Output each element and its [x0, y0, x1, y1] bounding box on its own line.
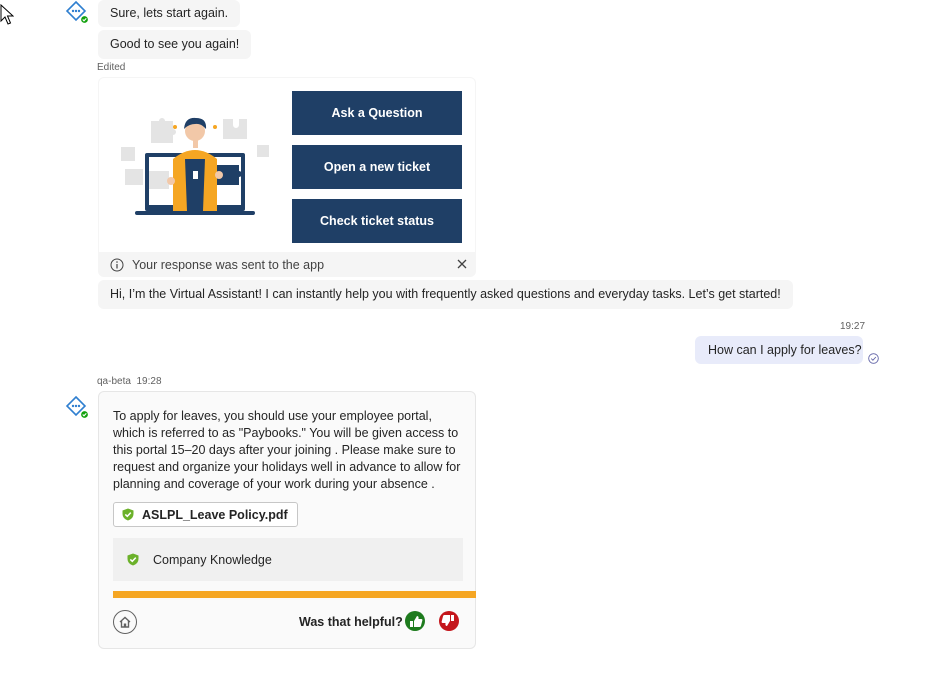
attachment-chip[interactable]: ASLPL_Leave Policy.pdf — [113, 502, 298, 527]
user-message-time: 19:27 — [840, 321, 866, 332]
assistant-illustration — [111, 109, 281, 217]
attachment-name: ASLPL_Leave Policy.pdf — [142, 507, 288, 522]
message-bubble: Good to see you again! — [98, 30, 252, 59]
home-icon — [119, 616, 131, 628]
user-message: How can I apply for leaves? — [695, 336, 863, 364]
choice-card: Ask a Question Open a new ticket Check t… — [98, 77, 476, 277]
answer-text: To apply for leaves, you should use your… — [113, 409, 461, 491]
bot-avatar — [65, 0, 90, 25]
home-button[interactable] — [113, 610, 137, 634]
shield-check-icon — [127, 553, 139, 566]
reply-time: 19:28 — [136, 376, 162, 387]
close-icon[interactable] — [456, 258, 468, 270]
message-bubble: Sure, lets start again. — [98, 0, 241, 27]
open-ticket-button[interactable]: Open a new ticket — [292, 145, 462, 189]
accent-bar — [113, 591, 476, 598]
bot-avatar-icon — [65, 0, 90, 25]
notice-text: Your response was sent to the app — [132, 258, 325, 272]
ask-question-button[interactable]: Ask a Question — [292, 91, 462, 135]
sender-name: qa-beta — [97, 376, 131, 387]
check-ticket-status-button[interactable]: Check ticket status — [292, 199, 462, 243]
helpful-question: Was that helpful? — [299, 615, 403, 629]
cursor-icon — [0, 4, 14, 25]
info-icon — [110, 258, 124, 272]
knowledge-label: Company Knowledge — [153, 552, 272, 567]
thumbs-down-icon[interactable] — [438, 610, 460, 632]
shield-check-icon — [122, 508, 134, 521]
bot-avatar-icon — [65, 395, 90, 420]
knowledge-source: Company Knowledge — [113, 538, 463, 581]
edited-label: Edited — [97, 62, 126, 73]
read-receipt-icon — [868, 353, 879, 364]
response-notice: Your response was sent to the app — [98, 253, 476, 277]
thumbs-up-icon[interactable] — [404, 610, 426, 632]
card-body: Ask a Question Open a new ticket Check t… — [99, 78, 475, 252]
intro-message: Hi, I’m the Virtual Assistant! I can ins… — [98, 280, 793, 309]
bot-avatar — [65, 395, 90, 420]
answer-card: To apply for leaves, you should use your… — [98, 391, 476, 649]
reply-header: qa-beta 19:28 — [97, 376, 162, 387]
